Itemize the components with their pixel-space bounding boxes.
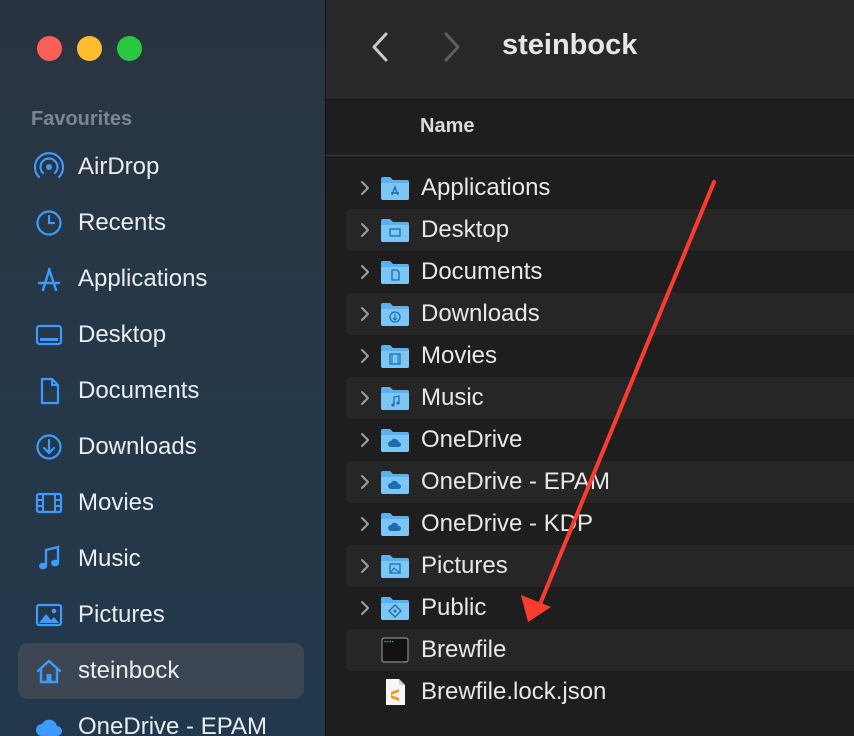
sidebar-item-documents[interactable]: Documents <box>18 363 304 419</box>
folder-icon <box>380 174 410 202</box>
folder-icon <box>380 468 410 496</box>
sidebar: Favourites AirDrop Recents Applications Des… <box>0 0 326 736</box>
file-name: Downloads <box>421 300 540 327</box>
file-row[interactable]: Applications <box>346 167 854 209</box>
file-name: OneDrive - EPAM <box>421 468 610 495</box>
chevron-right-icon[interactable] <box>358 263 372 281</box>
chevron-right-icon[interactable] <box>358 305 372 323</box>
chevron-right-icon[interactable] <box>358 347 372 365</box>
chevron-right-icon[interactable] <box>358 431 372 449</box>
file-row[interactable]: Brewfile.lock.json <box>346 671 854 713</box>
folder-icon <box>380 216 410 244</box>
sidebar-item-label: Downloads <box>78 433 197 460</box>
file-name: Brewfile <box>421 636 507 663</box>
minimize-button[interactable] <box>77 36 102 61</box>
sidebar-item-applications[interactable]: Applications <box>18 251 304 307</box>
chevron-right-icon[interactable] <box>358 221 372 239</box>
sublime-file-icon <box>380 678 410 706</box>
file-row[interactable]: OneDrive - EPAM <box>346 461 854 503</box>
sidebar-item-music[interactable]: Music <box>18 531 304 587</box>
desktop-icon <box>34 320 64 350</box>
sidebar-item-movies[interactable]: Movies <box>18 475 304 531</box>
column-header-name[interactable]: Name <box>420 115 474 138</box>
chevron-right-icon[interactable] <box>358 515 372 533</box>
sidebar-section-title: Favourites <box>31 108 133 130</box>
sidebar-item-onedrive-epam[interactable]: OneDrive - EPAM <box>18 699 304 736</box>
file-name: Brewfile.lock.json <box>421 678 607 705</box>
zoom-button[interactable] <box>117 36 142 61</box>
sidebar-item-label: OneDrive - EPAM <box>78 713 267 736</box>
music-note-icon <box>34 544 64 574</box>
file-row[interactable]: Music <box>346 377 854 419</box>
sidebar-list: AirDrop Recents Applications Desktop Documen… <box>18 139 304 736</box>
applications-icon <box>34 264 64 294</box>
home-icon <box>34 656 64 686</box>
file-name: Pictures <box>421 552 508 579</box>
chevron-right-icon[interactable] <box>358 389 372 407</box>
sidebar-item-label: Pictures <box>78 601 165 628</box>
file-list: Applications Desktop Documents Downloads Mov… <box>346 167 854 713</box>
file-name: Documents <box>421 258 543 285</box>
sidebar-item-steinbock[interactable]: steinbock <box>18 643 304 699</box>
folder-icon <box>380 300 410 328</box>
file-row[interactable]: OneDrive <box>346 419 854 461</box>
file-row[interactable]: Desktop <box>346 209 854 251</box>
sidebar-item-label: Recents <box>78 209 167 236</box>
file-name: OneDrive - KDP <box>421 510 594 537</box>
file-name: Desktop <box>421 216 510 243</box>
document-icon <box>34 376 64 406</box>
file-name: Public <box>421 594 487 621</box>
sidebar-item-desktop[interactable]: Desktop <box>18 307 304 363</box>
sidebar-item-recents[interactable]: Recents <box>18 195 304 251</box>
folder-icon <box>380 510 410 538</box>
sidebar-item-airdrop[interactable]: AirDrop <box>18 139 304 195</box>
chevron-right-icon <box>444 32 460 62</box>
file-row[interactable]: Documents <box>346 251 854 293</box>
chevron-left-icon <box>372 32 388 62</box>
folder-icon <box>380 258 410 286</box>
close-button[interactable] <box>37 36 62 61</box>
column-header-bar: Name <box>326 100 854 156</box>
file-name: Music <box>421 384 484 411</box>
folder-icon <box>380 384 410 412</box>
file-row[interactable]: Downloads <box>346 293 854 335</box>
folder-icon <box>380 594 410 622</box>
photo-icon <box>34 600 64 630</box>
back-button[interactable] <box>368 30 392 64</box>
file-name: OneDrive <box>421 426 523 453</box>
chevron-right-icon[interactable] <box>358 473 372 491</box>
file-row[interactable]: Movies <box>346 335 854 377</box>
sidebar-item-label: Movies <box>78 489 155 516</box>
folder-icon <box>380 426 410 454</box>
window-title: steinbock <box>502 29 638 61</box>
cloud-icon <box>34 712 64 736</box>
file-name: Applications <box>421 174 551 201</box>
window-controls <box>37 36 142 61</box>
file-row[interactable]: OneDrive - KDP <box>346 503 854 545</box>
film-icon <box>34 488 64 518</box>
chevron-right-icon[interactable] <box>358 599 372 617</box>
folder-icon <box>380 552 410 580</box>
file-row[interactable]: Brewfile <box>346 629 854 671</box>
file-row[interactable]: Public <box>346 587 854 629</box>
sidebar-item-label: Documents <box>78 377 200 404</box>
chevron-right-icon[interactable] <box>358 557 372 575</box>
clock-icon <box>34 208 64 238</box>
sidebar-item-label: steinbock <box>78 657 180 684</box>
folder-icon <box>380 342 410 370</box>
terminal-file-icon <box>380 636 410 664</box>
file-row[interactable]: Pictures <box>346 545 854 587</box>
toolbar: steinbock <box>326 0 854 100</box>
sidebar-item-pictures[interactable]: Pictures <box>18 587 304 643</box>
sidebar-item-downloads[interactable]: Downloads <box>18 419 304 475</box>
sidebar-item-label: Desktop <box>78 321 167 348</box>
chevron-right-icon[interactable] <box>358 179 372 197</box>
forward-button[interactable] <box>440 30 464 64</box>
file-name: Movies <box>421 342 498 369</box>
download-icon <box>34 432 64 462</box>
sidebar-item-label: AirDrop <box>78 153 160 180</box>
sidebar-item-label: Applications <box>78 265 208 292</box>
sidebar-item-label: Music <box>78 545 141 572</box>
airdrop-icon <box>34 152 64 182</box>
